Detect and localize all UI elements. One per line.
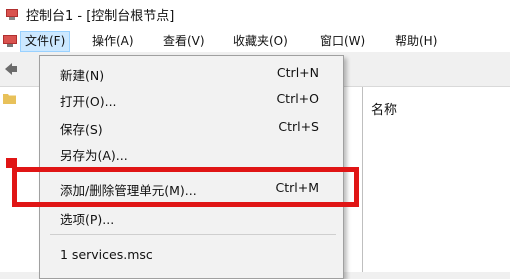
- menu-item-label: 保存(S): [60, 122, 103, 137]
- menu-help[interactable]: 帮助(H): [395, 33, 437, 49]
- title-bar: 控制台1 - [控制台根节点]: [0, 0, 510, 30]
- menu-item-shortcut: Ctrl+S: [278, 119, 319, 134]
- menu-file[interactable]: 文件(F): [20, 31, 71, 52]
- menu-item-save-as[interactable]: 另存为(A)...: [40, 141, 343, 165]
- menu-item-new[interactable]: 新建(N) Ctrl+N: [40, 61, 343, 85]
- menu-window[interactable]: 窗口(W): [320, 33, 365, 49]
- menu-action[interactable]: 操作(A): [92, 33, 134, 49]
- menu-item-open[interactable]: 打开(O)... Ctrl+O: [40, 87, 343, 111]
- menu-separator: [50, 234, 336, 235]
- mmc-console-icon[interactable]: [3, 34, 17, 48]
- menu-view[interactable]: 查看(V): [163, 33, 205, 49]
- menu-item-shortcut: Ctrl+N: [276, 65, 319, 80]
- menu-item-recent-file[interactable]: 1 services.msc: [40, 243, 343, 267]
- results-pane[interactable]: 名称: [363, 87, 510, 272]
- menu-item-label: 选项(P)...: [60, 212, 115, 227]
- menu-item-label: 新建(N): [60, 68, 105, 83]
- menu-favorites[interactable]: 收藏夹(O): [233, 33, 288, 49]
- menu-item-label: 1 services.msc: [60, 247, 153, 262]
- menu-item-save[interactable]: 保存(S) Ctrl+S: [40, 115, 343, 139]
- folder-icon: [3, 94, 16, 104]
- mmc-console-icon: [6, 9, 18, 20]
- back-arrow-icon[interactable]: [4, 62, 18, 76]
- menu-bar: 文件(F) 操作(A) 查看(V) 收藏夹(O) 窗口(W) 帮助(H): [0, 30, 510, 52]
- column-header-name[interactable]: 名称: [371, 99, 397, 118]
- menu-item-options[interactable]: 选项(P)...: [40, 205, 343, 229]
- menu-item-label: 另存为(A)...: [60, 148, 128, 163]
- window-title: 控制台1 - [控制台根节点]: [26, 9, 175, 24]
- menu-item-label: 打开(O)...: [60, 94, 117, 109]
- highlight-box: [12, 167, 359, 207]
- menu-item-shortcut: Ctrl+O: [276, 91, 319, 106]
